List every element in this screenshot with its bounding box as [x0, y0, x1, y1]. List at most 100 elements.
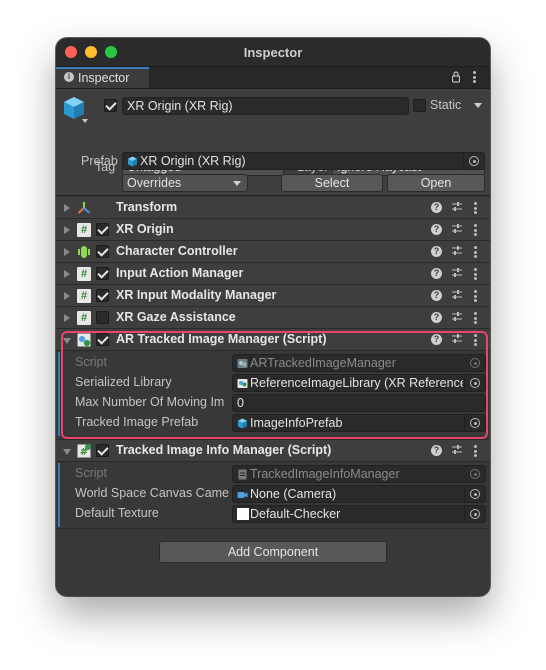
property-script: Script ARTrackedImageManager — [56, 353, 490, 373]
script-asset-icon — [237, 359, 248, 368]
add-component-button[interactable]: Add Component — [159, 541, 387, 563]
max-moving-images-input[interactable]: 0 — [232, 394, 486, 412]
component-menu-icon[interactable] — [474, 224, 477, 236]
overrides-dropdown[interactable]: Overrides — [122, 174, 248, 192]
component-menu-icon[interactable] — [474, 268, 477, 280]
object-picker-icon[interactable] — [469, 156, 479, 166]
tracked-image-prefab-field[interactable]: ImageInfoPrefab — [232, 414, 486, 432]
expand-triangle-icon[interactable] — [64, 270, 70, 278]
presets-icon[interactable] — [451, 289, 463, 301]
component-menu-icon[interactable] — [474, 202, 477, 214]
image-library-icon — [237, 379, 248, 388]
expand-triangle-icon[interactable] — [64, 314, 70, 322]
camera-icon — [237, 492, 248, 498]
static-dropdown-arrow-icon[interactable] — [474, 103, 482, 108]
collapse-triangle-icon[interactable] — [63, 449, 71, 455]
component-menu-icon[interactable] — [474, 334, 477, 346]
component-name: AR Tracked Image Manager (Script) — [116, 332, 327, 346]
prefab-value: XR Origin (XR Rig) — [140, 154, 246, 168]
component-menu-icon[interactable] — [474, 290, 477, 302]
presets-icon[interactable] — [451, 223, 463, 235]
component-ar-tracked-image-manager[interactable]: AR Tracked Image Manager (Script) ? — [56, 329, 490, 351]
help-icon[interactable]: ? — [431, 246, 442, 257]
serialized-library-field[interactable]: ReferenceImageLibrary (XR Reference — [232, 374, 486, 392]
component-enabled-checkbox[interactable] — [96, 267, 109, 280]
texture-swatch-icon — [237, 508, 249, 520]
script-field[interactable]: ARTrackedImageManager — [232, 354, 486, 372]
component-menu-icon[interactable] — [474, 312, 477, 324]
property-value: Default-Checker — [250, 507, 341, 521]
chevron-down-icon — [233, 181, 241, 186]
property-value: None (Camera) — [250, 487, 337, 501]
open-button[interactable]: Open — [387, 174, 485, 192]
presets-icon[interactable] — [451, 333, 463, 345]
property-label: Script — [75, 355, 107, 369]
expand-triangle-icon[interactable] — [64, 248, 70, 256]
component-input-action-manager[interactable]: # Input Action Manager ? — [56, 263, 490, 285]
component-xr-gaze-assistance[interactable]: # XR Gaze Assistance ? — [56, 307, 490, 329]
script-icon: # — [77, 267, 91, 281]
overrides-label: Overrides — [127, 176, 182, 190]
inspector-window: Inspector i Inspector XR Origin (XR Rig)… — [56, 38, 490, 596]
component-xr-origin[interactable]: # XR Origin ? — [56, 219, 490, 241]
property-max-moving-images: Max Number Of Moving Im 0 — [56, 393, 490, 413]
component-menu-icon[interactable] — [474, 246, 477, 258]
object-name-field[interactable]: XR Origin (XR Rig) — [122, 97, 409, 115]
component-enabled-checkbox[interactable] — [96, 245, 109, 258]
help-icon[interactable]: ? — [431, 268, 442, 279]
transform-icon — [77, 202, 91, 214]
static-label: Static — [430, 98, 462, 112]
component-menu-icon[interactable] — [474, 445, 477, 457]
tab-inspector[interactable]: i Inspector — [56, 67, 149, 88]
presets-icon[interactable] — [451, 444, 463, 456]
help-icon[interactable]: ? — [431, 202, 442, 213]
expand-triangle-icon[interactable] — [64, 204, 70, 212]
presets-icon[interactable] — [451, 201, 463, 213]
tab-menu-icon[interactable] — [473, 71, 476, 83]
help-icon[interactable]: ? — [431, 224, 442, 235]
component-character-controller[interactable]: Character Controller ? — [56, 241, 490, 263]
component-enabled-checkbox[interactable] — [96, 333, 109, 346]
static-checkbox[interactable] — [413, 99, 426, 112]
property-value: ImageInfoPrefab — [250, 416, 343, 430]
property-label: Default Texture — [75, 506, 159, 520]
component-xr-input-modality-manager[interactable]: # XR Input Modality Manager ? — [56, 285, 490, 307]
help-icon[interactable]: ? — [431, 312, 442, 323]
default-texture-field[interactable]: Default-Checker — [232, 505, 486, 523]
script-field[interactable]: TrackedImageInfoManager — [232, 465, 486, 483]
select-button[interactable]: Select — [281, 174, 383, 192]
prefab-field[interactable]: XR Origin (XR Rig) — [122, 152, 485, 170]
property-label: World Space Canvas Came — [75, 486, 230, 500]
object-picker-icon[interactable] — [470, 418, 480, 428]
collapse-triangle-icon[interactable] — [63, 338, 71, 344]
field-separator — [464, 375, 465, 391]
object-picker-icon[interactable] — [470, 509, 480, 519]
presets-icon[interactable] — [451, 311, 463, 323]
component-enabled-checkbox[interactable] — [96, 289, 109, 302]
presets-icon[interactable] — [451, 245, 463, 257]
object-picker-icon[interactable] — [470, 378, 480, 388]
help-icon[interactable]: ? — [431, 334, 442, 345]
script-icon: # — [77, 311, 91, 325]
object-picker-icon[interactable] — [470, 489, 480, 499]
script-icon: # — [77, 289, 91, 303]
component-enabled-checkbox[interactable] — [96, 311, 109, 324]
property-script: Script TrackedImageInfoManager — [56, 464, 490, 484]
component-tracked-image-info-manager[interactable]: # Tracked Image Info Manager (Script) ? — [56, 440, 490, 462]
active-checkbox[interactable] — [104, 99, 117, 112]
property-default-texture: Default Texture Default-Checker — [56, 504, 490, 524]
lock-icon[interactable] — [452, 71, 460, 83]
prefab-icon — [237, 418, 248, 429]
component-transform[interactable]: Transform ? — [56, 197, 490, 219]
help-icon[interactable]: ? — [431, 445, 442, 456]
expand-triangle-icon[interactable] — [64, 226, 70, 234]
component-name: XR Input Modality Manager — [116, 288, 277, 302]
expand-triangle-icon[interactable] — [64, 292, 70, 300]
component-enabled-checkbox[interactable] — [96, 223, 109, 236]
help-icon[interactable]: ? — [431, 290, 442, 301]
presets-icon[interactable] — [451, 267, 463, 279]
icon-dropdown-caret-icon[interactable] — [82, 119, 88, 123]
property-serialized-library: Serialized Library ReferenceImageLibrary… — [56, 373, 490, 393]
component-enabled-checkbox[interactable] — [96, 444, 109, 457]
canvas-camera-field[interactable]: None (Camera) — [232, 485, 486, 503]
